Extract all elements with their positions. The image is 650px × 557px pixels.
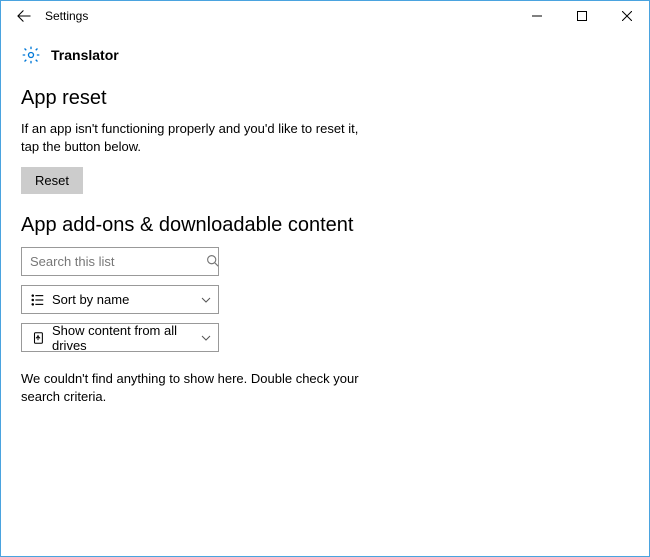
back-button[interactable] [11, 1, 37, 31]
addons-heading: App add-ons & downloadable content [21, 214, 629, 237]
drive-filter-dropdown[interactable]: Show content from all drives [21, 323, 219, 352]
maximize-icon [577, 11, 587, 21]
close-button[interactable] [604, 1, 649, 31]
empty-state-message: We couldn't find anything to show here. … [21, 370, 361, 405]
close-icon [622, 11, 632, 21]
drive-icon [30, 331, 45, 345]
arrow-left-icon [17, 9, 31, 23]
list-icon [30, 293, 45, 307]
titlebar: Settings [1, 1, 649, 31]
search-input[interactable] [30, 254, 206, 269]
chevron-down-icon [200, 295, 212, 305]
minimize-icon [532, 11, 542, 21]
addons-controls: Sort by name Show content from all drive… [21, 247, 219, 352]
page-title: Translator [51, 47, 119, 63]
gear-icon [21, 45, 41, 65]
app-reset-heading: App reset [21, 87, 629, 110]
window-controls [514, 1, 649, 31]
reset-button[interactable]: Reset [21, 167, 83, 194]
sort-label: Sort by name [52, 292, 200, 307]
content-area: Translator App reset If an app isn't fun… [1, 31, 649, 437]
maximize-button[interactable] [559, 1, 604, 31]
chevron-down-icon [200, 333, 212, 343]
search-box[interactable] [21, 247, 219, 276]
minimize-button[interactable] [514, 1, 559, 31]
sort-dropdown[interactable]: Sort by name [21, 285, 219, 314]
search-icon [206, 254, 219, 270]
app-reset-description: If an app isn't functioning properly and… [21, 120, 361, 155]
drive-filter-label: Show content from all drives [52, 323, 200, 353]
page-header: Translator [21, 45, 629, 65]
window-title: Settings [45, 9, 88, 23]
